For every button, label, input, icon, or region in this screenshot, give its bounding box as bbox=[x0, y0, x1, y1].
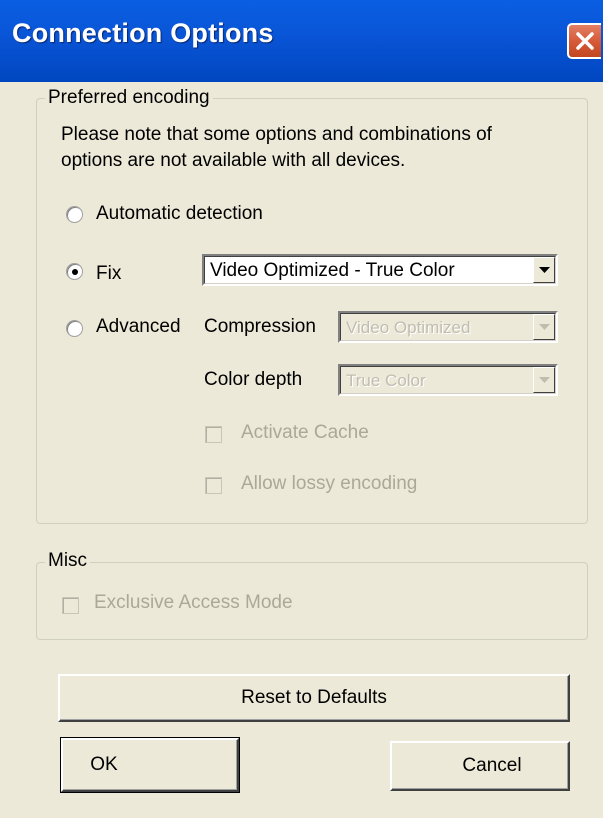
compression-select[interactable]: Video Optimized bbox=[338, 311, 558, 343]
chevron-down-icon bbox=[539, 324, 550, 330]
activate-cache-label[interactable]: Activate Cache bbox=[241, 422, 369, 444]
compression-value: Video Optimized bbox=[346, 318, 471, 337]
misc-label: Misc bbox=[45, 550, 91, 572]
ok-label: OK bbox=[90, 754, 118, 775]
encoding-note: Please note that some options and combin… bbox=[61, 124, 492, 171]
fix-encoding-dropdown-button[interactable] bbox=[533, 257, 555, 283]
allow-lossy-label[interactable]: Allow lossy encoding bbox=[241, 473, 417, 495]
cancel-label: Cancel bbox=[462, 755, 522, 776]
radio-selected-dot bbox=[72, 269, 78, 275]
chevron-down-icon bbox=[539, 377, 550, 383]
color-depth-select[interactable]: True Color bbox=[338, 364, 558, 396]
chevron-down-icon bbox=[539, 267, 550, 273]
reset-to-defaults-label: Reset to Defaults bbox=[241, 687, 387, 708]
fix-encoding-select[interactable]: Video Optimized - True Color bbox=[202, 254, 558, 286]
cancel-button[interactable]: Cancel bbox=[390, 741, 570, 791]
activate-cache-checkbox[interactable] bbox=[205, 426, 222, 443]
radio-advanced[interactable] bbox=[66, 320, 83, 337]
color-depth-dropdown-button[interactable] bbox=[533, 367, 555, 393]
ok-button[interactable]: OK bbox=[60, 737, 240, 793]
radio-advanced-label[interactable]: Advanced bbox=[96, 316, 181, 338]
radio-fix-label[interactable]: Fix bbox=[96, 263, 121, 285]
radio-automatic-detection-label[interactable]: Automatic detection bbox=[96, 203, 263, 225]
compression-dropdown-button[interactable] bbox=[533, 314, 555, 340]
radio-fix[interactable] bbox=[66, 263, 83, 280]
title-bar[interactable]: Connection Options bbox=[0, 0, 603, 82]
exclusive-access-label[interactable]: Exclusive Access Mode bbox=[94, 592, 293, 614]
close-icon bbox=[576, 32, 594, 50]
color-depth-value: True Color bbox=[346, 371, 426, 390]
exclusive-access-checkbox[interactable] bbox=[62, 597, 79, 614]
connection-options-dialog: Connection Options Preferred encoding Pl… bbox=[0, 0, 603, 818]
fix-encoding-value: Video Optimized - True Color bbox=[210, 260, 455, 281]
preferred-encoding-label: Preferred encoding bbox=[45, 87, 213, 109]
compression-label: Compression bbox=[204, 316, 316, 337]
reset-to-defaults-button[interactable]: Reset to Defaults bbox=[58, 674, 570, 722]
window-title: Connection Options bbox=[12, 18, 274, 48]
allow-lossy-checkbox[interactable] bbox=[205, 477, 222, 494]
radio-automatic-detection[interactable] bbox=[66, 206, 83, 223]
color-depth-label: Color depth bbox=[204, 369, 303, 390]
close-button[interactable] bbox=[567, 23, 601, 59]
